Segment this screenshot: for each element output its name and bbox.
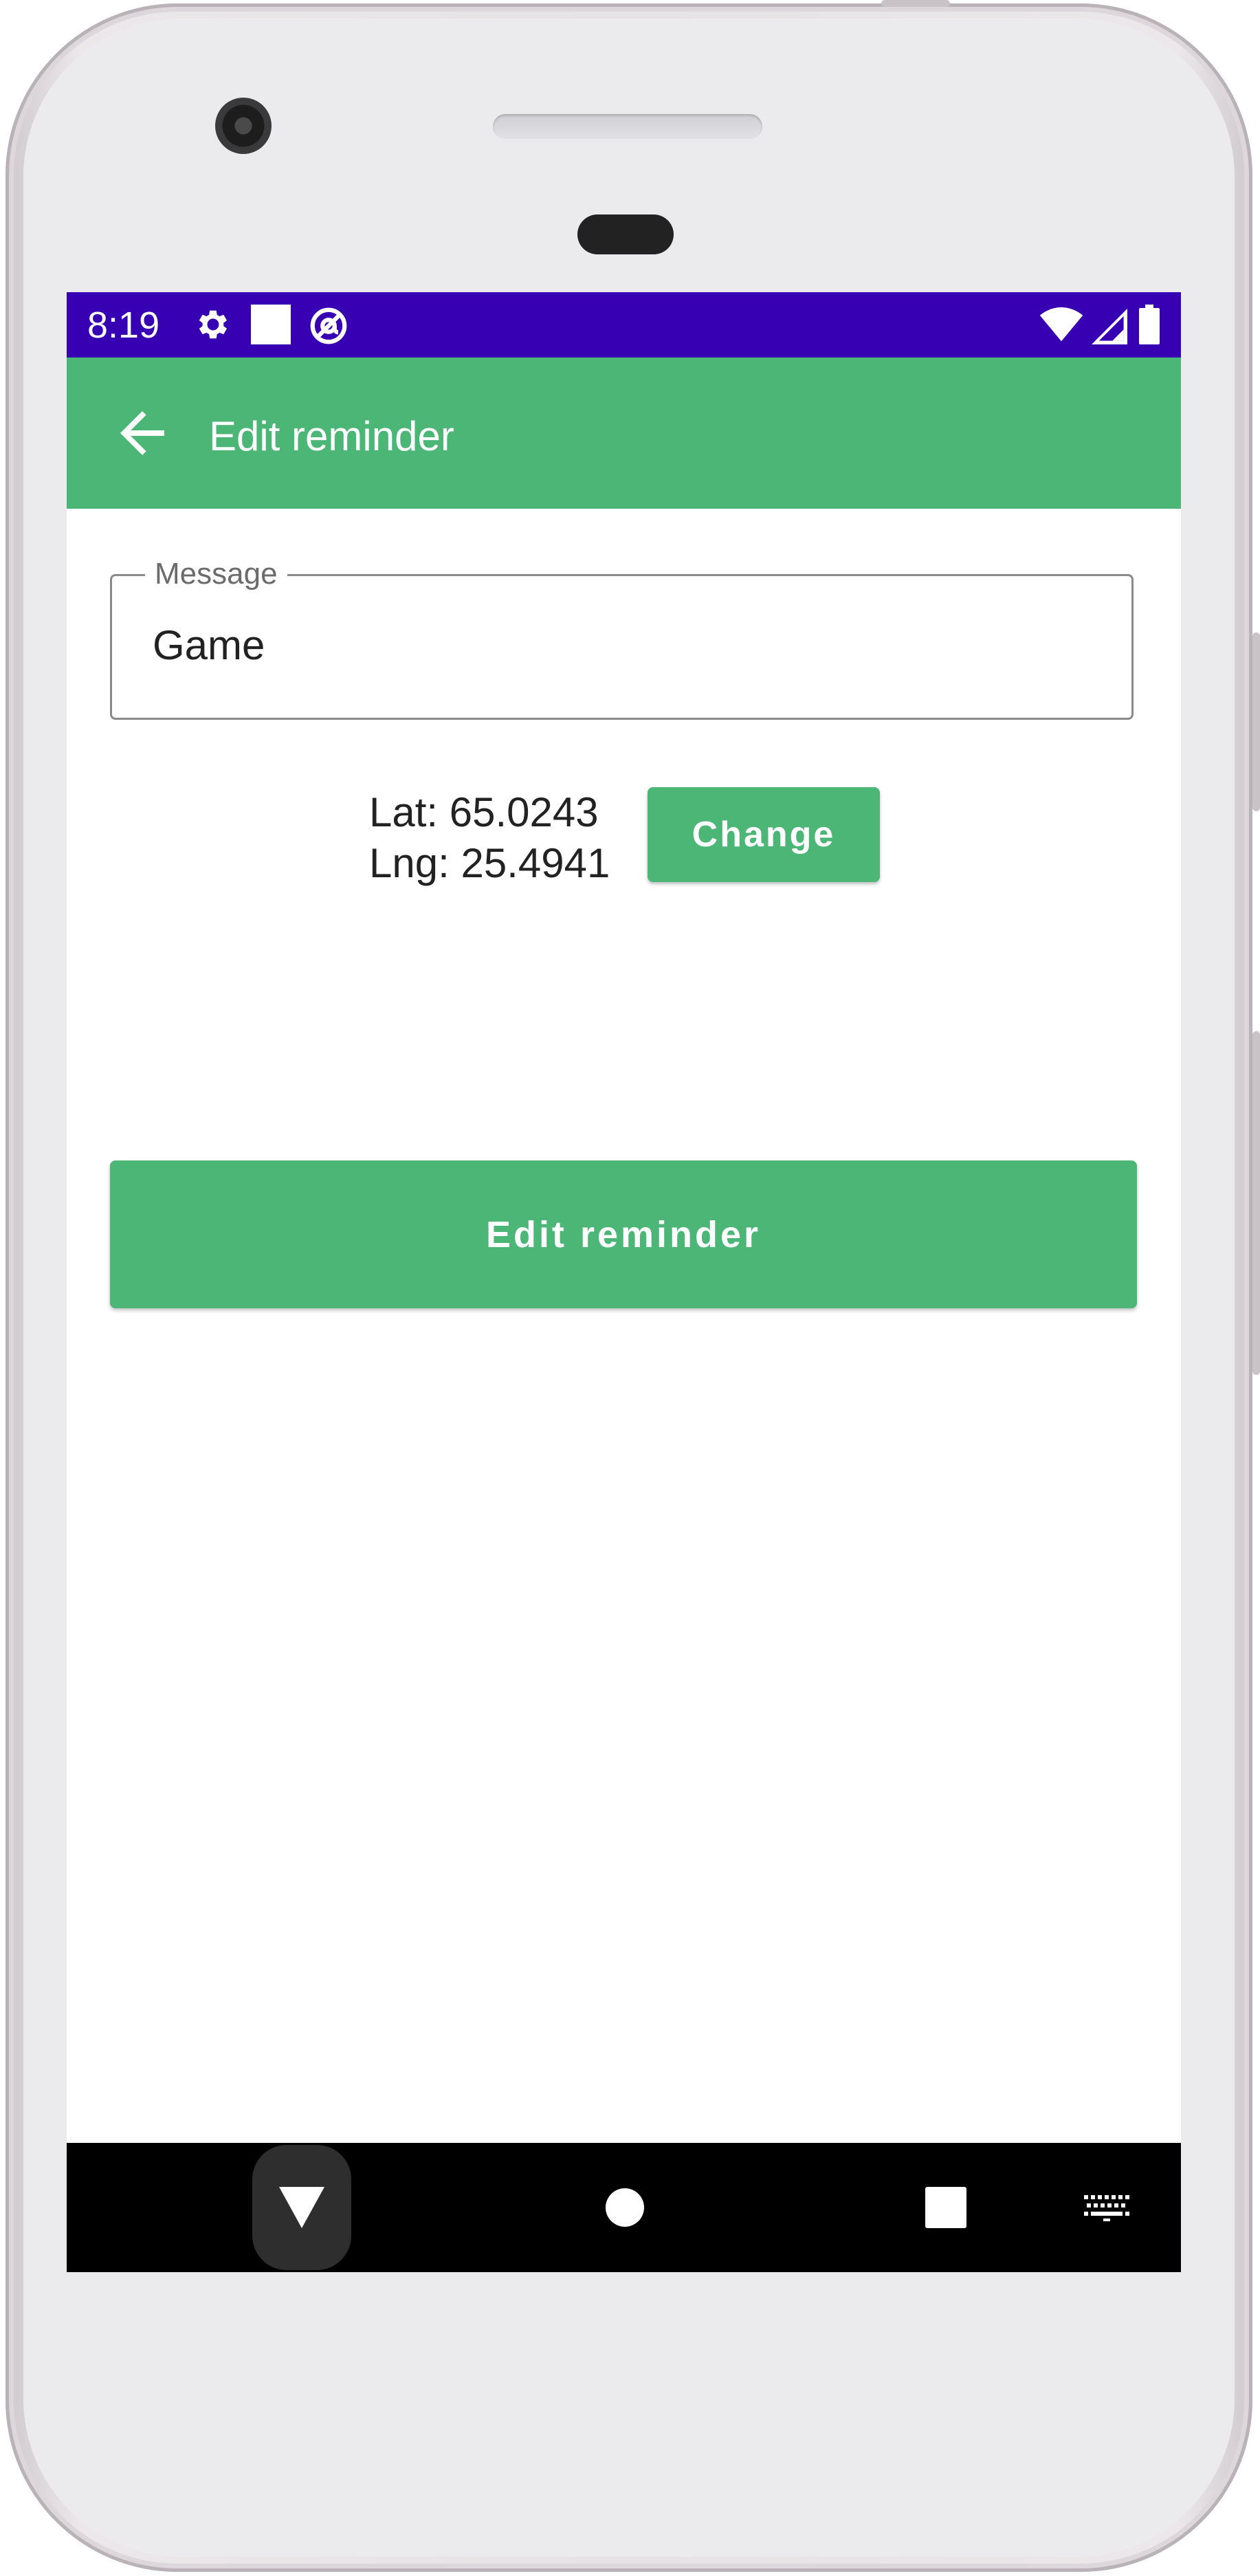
edit-reminder-button[interactable]: Edit reminder xyxy=(110,1160,1137,1308)
status-time: 8:19 xyxy=(87,305,160,346)
volume-button xyxy=(1252,1031,1260,1375)
keyboard-icon[interactable] xyxy=(1084,2195,1129,2221)
front-camera xyxy=(215,98,272,154)
power-button xyxy=(1252,632,1260,811)
app-bar: Edit reminder xyxy=(67,357,1181,509)
message-field-label: Message xyxy=(145,555,287,593)
device-screen: 8:19 Edit reminder Message Game Lat: 65.… xyxy=(67,292,1181,2272)
message-input[interactable]: Game xyxy=(153,621,265,670)
status-bar: 8:19 xyxy=(67,292,1181,357)
nav-back-icon[interactable] xyxy=(276,2187,327,2228)
signal-icon xyxy=(1092,309,1127,344)
change-location-button[interactable]: Change xyxy=(648,787,880,882)
latitude-text: Lat: 65.0243 xyxy=(369,789,599,835)
nav-home-icon[interactable] xyxy=(606,2188,644,2227)
at-circle-icon xyxy=(310,307,347,344)
longitude-text: Lng: 25.4941 xyxy=(369,840,610,886)
page-title: Edit reminder xyxy=(209,413,454,459)
battery-icon xyxy=(1139,305,1160,344)
message-field[interactable]: Message Game xyxy=(110,555,1134,720)
proximity-sensor xyxy=(577,214,674,254)
arrow-left-icon[interactable] xyxy=(109,400,175,466)
navigation-bar xyxy=(67,2143,1181,2272)
nav-recents-icon[interactable] xyxy=(925,2187,966,2228)
wifi-icon xyxy=(1039,307,1083,342)
square-notification-icon xyxy=(251,305,291,344)
coordinates: Lat: 65.0243 Lng: 25.4941 xyxy=(369,787,610,889)
top-button xyxy=(881,0,950,7)
earpiece-speaker xyxy=(493,114,762,139)
gear-icon xyxy=(199,310,227,339)
